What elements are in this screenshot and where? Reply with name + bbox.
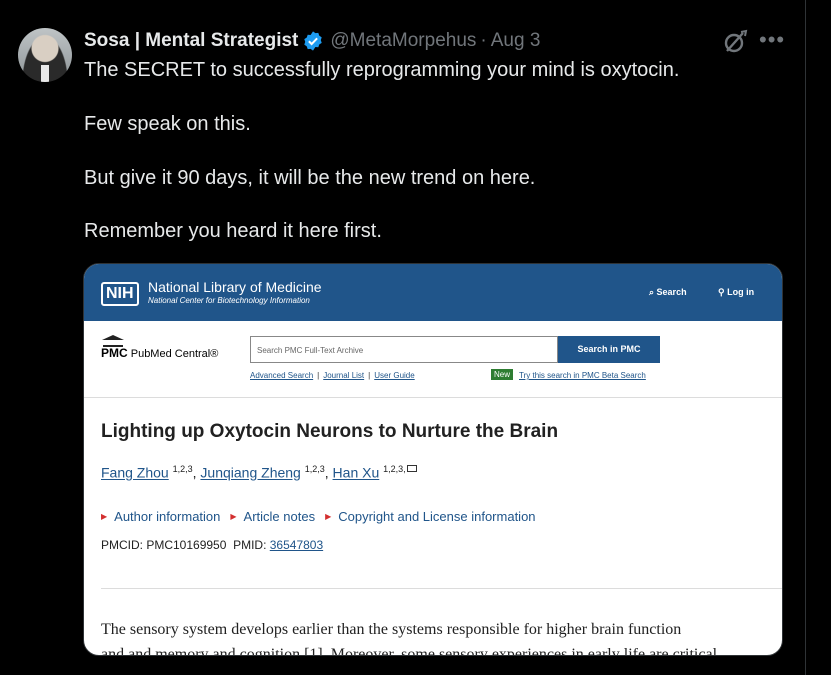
triangle-right-icon: ▶ <box>101 512 108 521</box>
pmcid: PMCID: PMC10169950 <box>101 538 227 552</box>
advanced-search-link: Advanced Search <box>250 371 314 380</box>
tweet-text-line-2: Few speak on this. <box>84 113 251 135</box>
pmc-logo-text: PMC PubMed Central® <box>101 346 218 360</box>
nlm-login-link: ⚲ Log in <box>718 287 755 297</box>
pmc-sub-links: Advanced Search | Journal List | User Guide <box>250 371 415 380</box>
display-name[interactable]: Sosa | Mental Strategist <box>84 30 298 52</box>
handle[interactable]: @MetaMorpehus <box>330 30 476 52</box>
triangle-right-icon: ▶ <box>230 512 237 521</box>
journal-list-link: Journal List <box>323 371 365 380</box>
abstract-line-2: and and memory and cognition [1]. Moreov… <box>101 646 718 656</box>
pmc-name: PubMed Central® <box>130 348 219 360</box>
pmc-search-button: Search in PMC <box>558 336 660 363</box>
nih-logo: NIH <box>101 282 139 306</box>
author-affiliation: 1,2,3 <box>172 464 193 474</box>
author-list: Fang Zhou 1,2,3, Junqiang Zheng 1,2,3, H… <box>101 464 417 481</box>
pmc-search-input: Search PMC Full-Text Archive <box>250 336 558 363</box>
mail-icon <box>406 464 417 472</box>
tweet-header: Sosa | Mental Strategist @MetaMorpehus ·… <box>84 29 540 53</box>
header-divider <box>84 397 782 398</box>
grok-icon[interactable] <box>722 29 748 55</box>
author-link: Han Xu <box>332 464 380 481</box>
author-link: Junqiang Zheng <box>200 464 301 481</box>
info-link-label: Copyright and License information <box>338 509 536 524</box>
nlm-header: NIH National Library of Medicine Nationa… <box>84 264 782 321</box>
pmid-link: 36547803 <box>269 538 324 552</box>
info-link-label: Article notes <box>243 509 316 524</box>
column-divider <box>805 0 806 675</box>
author-affiliation: 1,2,3 <box>304 464 325 474</box>
article-notes-link: ▶ Article notes <box>230 509 315 524</box>
nlm-search-link: ⌕ Search <box>649 287 687 297</box>
tweet-text-line-3: But give it 90 days, it will be the new … <box>84 167 536 189</box>
more-options-icon[interactable]: ••• <box>759 29 784 54</box>
media-card[interactable]: NIH National Library of Medicine Nationa… <box>83 263 783 656</box>
new-badge: New <box>491 369 514 380</box>
author-link: Fang Zhou <box>101 464 169 481</box>
tweet-text-line-1: The SECRET to successfully reprogramming… <box>84 59 680 81</box>
article-title: Lighting up Oxytocin Neurons to Nurture … <box>101 421 559 442</box>
triangle-right-icon: ▶ <box>325 512 332 521</box>
pmc-short: PMC <box>101 346 128 360</box>
copyright-link: ▶ Copyright and License information <box>325 509 535 524</box>
nlm-title: National Library of Medicine <box>148 279 322 295</box>
body-divider <box>101 588 782 589</box>
user-guide-link: User Guide <box>374 371 415 380</box>
nlm-search-label: Search <box>656 287 687 297</box>
pmid-label: PMID: <box>233 538 267 552</box>
info-link-label: Author information <box>114 509 221 524</box>
nlm-subtitle: National Center for Biotechnology Inform… <box>148 296 310 305</box>
abstract-line-1: The sensory system develops earlier than… <box>101 621 682 638</box>
tweet-date[interactable]: Aug 3 <box>491 30 541 52</box>
beta-search-link: Try this search in PMC Beta Search <box>519 371 646 380</box>
author-affiliation: 1,2,3, <box>383 464 406 474</box>
article-ids: PMCID: PMC10169950 PMID: 36547803 <box>101 538 323 552</box>
tweet-text-line-4: Remember you heard it here first. <box>84 220 382 242</box>
verified-badge-icon <box>304 31 323 51</box>
separator-dot: · <box>480 30 487 51</box>
author-information-link: ▶ Author information <box>101 509 220 524</box>
article-info-links: ▶ Author information ▶ Article notes ▶ Copy… <box>101 509 536 524</box>
avatar[interactable] <box>18 28 72 82</box>
nlm-login-label: Log in <box>727 287 755 297</box>
